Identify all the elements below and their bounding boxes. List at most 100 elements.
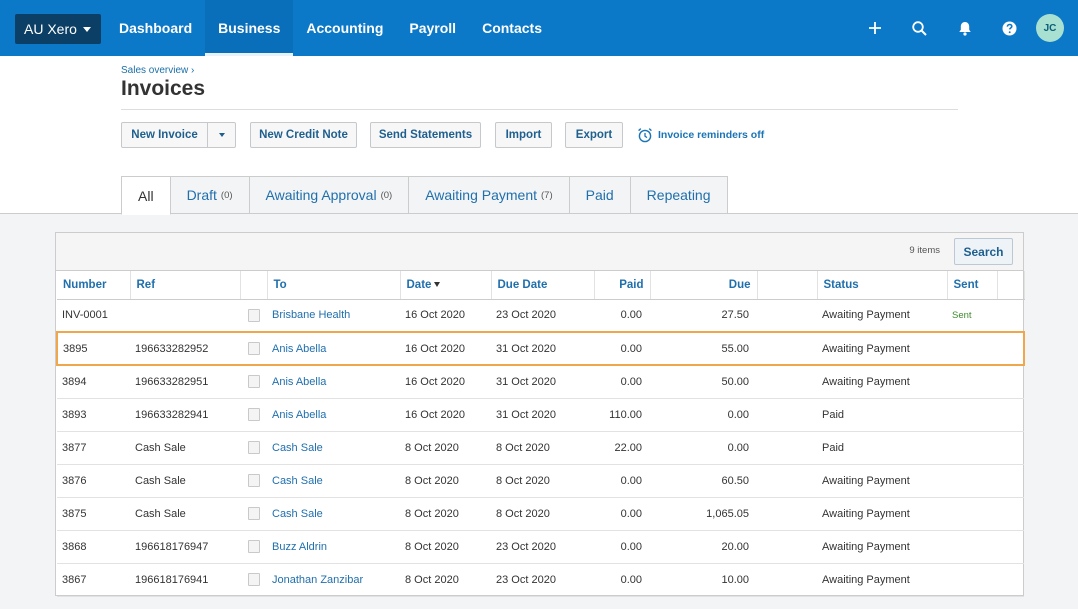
nav-tab-business[interactable]: Business <box>205 0 294 56</box>
bell-icon[interactable] <box>942 0 987 56</box>
table-row[interactable]: 3867 196618176941 Jonathan Zanzibar 8 Oct 2… <box>57 563 1024 597</box>
contact-link[interactable]: Brisbane Health <box>272 309 350 321</box>
breadcrumb[interactable]: Sales overview › <box>121 65 194 76</box>
contact-link[interactable]: Anis Abella <box>272 376 326 388</box>
row-checkbox[interactable] <box>247 474 260 487</box>
row-spacer <box>757 464 817 498</box>
invoice-status: Paid <box>817 398 947 432</box>
row-checkbox-cell <box>240 431 267 465</box>
nav-actions: JC <box>852 0 1064 56</box>
import-button[interactable]: Import <box>495 122 552 148</box>
invoice-ref: Cash Sale <box>130 464 240 498</box>
contact-link[interactable]: Anis Abella <box>272 343 326 355</box>
tab-awaiting-payment[interactable]: Awaiting Payment (7) <box>409 176 570 214</box>
invoice-ref: 196633282952 <box>130 331 240 366</box>
column-header-sent[interactable]: Sent <box>947 271 998 300</box>
tab-paid[interactable]: Paid <box>569 176 631 214</box>
invoice-number: 3868 <box>57 530 130 564</box>
tab-all[interactable]: All <box>121 176 171 215</box>
table-row[interactable]: 3894 196633282951 Anis Abella 16 Oct 2020 31… <box>57 365 1024 399</box>
nav-tab-dashboard[interactable]: Dashboard <box>106 0 205 56</box>
invoice-paid: 0.00 <box>594 530 650 564</box>
invoice-due: 1,065.05 <box>650 497 757 531</box>
row-spacer <box>757 398 817 432</box>
invoice-due-date: 31 Oct 2020 <box>491 365 594 399</box>
table-row[interactable]: 3893 196633282941 Anis Abella 16 Oct 2020 31… <box>57 398 1024 432</box>
invoice-ref: 196633282951 <box>130 365 240 399</box>
row-checkbox[interactable] <box>247 441 260 454</box>
contact-link[interactable]: Buzz Aldrin <box>272 541 327 553</box>
invoice-date: 8 Oct 2020 <box>400 563 491 597</box>
search-icon[interactable] <box>897 0 942 56</box>
column-header-spacer <box>757 271 818 300</box>
send-statements-button[interactable]: Send Statements <box>370 122 481 148</box>
nav-tab-payroll[interactable]: Payroll <box>396 0 469 56</box>
invoice-status: Awaiting Payment <box>817 365 947 399</box>
column-header-number[interactable]: Number <box>57 271 131 300</box>
column-header-ref[interactable]: Ref <box>130 271 241 300</box>
contact-link[interactable]: Cash Sale <box>272 508 323 520</box>
invoice-to-cell: Anis Abella <box>267 398 400 432</box>
avatar[interactable]: JC <box>1036 14 1064 42</box>
tab-repeating[interactable]: Repeating <box>630 176 728 214</box>
table-header-row: Number Ref To Date Due Date Paid Due Sta… <box>57 271 1025 300</box>
organisation-switcher[interactable]: AU Xero <box>15 14 101 44</box>
invoice-number: 3875 <box>57 497 130 531</box>
nav-tab-accounting[interactable]: Accounting <box>293 0 396 56</box>
new-invoice-split-button: New Invoice <box>121 122 236 148</box>
table-row[interactable]: 3868 196618176947 Buzz Aldrin 8 Oct 2020 23 … <box>57 530 1024 564</box>
invoice-due-date: 23 Oct 2020 <box>491 299 594 333</box>
contact-link[interactable]: Cash Sale <box>272 442 323 454</box>
page-title: Invoices <box>121 77 206 100</box>
invoice-to-cell: Cash Sale <box>267 431 400 465</box>
invoice-ref: Cash Sale <box>130 431 240 465</box>
help-icon[interactable] <box>987 0 1032 56</box>
column-header-status[interactable]: Status <box>817 271 948 300</box>
column-header-paid[interactable]: Paid <box>594 271 651 300</box>
table-row[interactable]: 3877 Cash Sale Cash Sale 8 Oct 2020 8 Oct 20… <box>57 431 1024 465</box>
invoice-sent <box>947 497 997 531</box>
row-checkbox[interactable] <box>247 342 260 355</box>
tab-awaiting-approval[interactable]: Awaiting Approval (0) <box>249 176 410 214</box>
table-row[interactable]: 3876 Cash Sale Cash Sale 8 Oct 2020 8 Oct 20… <box>57 464 1024 498</box>
invoice-ref: 196618176941 <box>130 563 240 597</box>
new-invoice-button[interactable]: New Invoice <box>122 123 208 147</box>
contact-link[interactable]: Cash Sale <box>272 475 323 487</box>
column-header-due-date[interactable]: Due Date <box>491 271 595 300</box>
invoice-paid: 22.00 <box>594 431 650 465</box>
row-checkbox[interactable] <box>247 507 260 520</box>
table-row[interactable]: INV-0001 Brisbane Health 16 Oct 2020 23 Oct… <box>57 299 1024 333</box>
invoice-paid: 110.00 <box>594 398 650 432</box>
plus-icon[interactable] <box>852 0 897 56</box>
row-checkbox[interactable] <box>247 375 260 389</box>
row-checkbox[interactable] <box>247 408 260 421</box>
chevron-down-icon <box>218 133 225 137</box>
invoice-status: Paid <box>817 431 947 465</box>
invoice-ref <box>130 299 240 333</box>
row-checkbox[interactable] <box>247 308 260 322</box>
search-button[interactable]: Search <box>954 238 1013 265</box>
column-header-due[interactable]: Due <box>650 271 758 300</box>
table-row[interactable]: 3875 Cash Sale Cash Sale 8 Oct 2020 8 Oct 20… <box>57 497 1024 531</box>
export-button[interactable]: Export <box>565 122 623 148</box>
invoice-date: 8 Oct 2020 <box>400 530 491 564</box>
main-nav-tabs: Dashboard Business Accounting Payroll Co… <box>106 0 555 56</box>
nav-tab-contacts[interactable]: Contacts <box>469 0 555 56</box>
new-invoice-dropdown[interactable] <box>208 123 235 147</box>
invoice-reminders-link[interactable]: Invoice reminders off <box>637 124 764 146</box>
table-row[interactable]: 3895 196633282952 Anis Abella 16 Oct 2020 31… <box>56 331 1025 366</box>
invoice-ref: Cash Sale <box>130 497 240 531</box>
new-credit-note-button[interactable]: New Credit Note <box>250 122 357 148</box>
row-checkbox[interactable] <box>247 540 260 553</box>
contact-link[interactable]: Jonathan Zanzibar <box>272 574 363 586</box>
invoice-date: 8 Oct 2020 <box>400 497 491 531</box>
invoice-due: 0.00 <box>650 431 757 465</box>
row-spacer <box>757 331 817 366</box>
column-header-to[interactable]: To <box>267 271 401 300</box>
row-checkbox[interactable] <box>247 573 260 586</box>
row-spacer <box>757 299 817 333</box>
contact-link[interactable]: Anis Abella <box>272 409 326 421</box>
invoice-status: Awaiting Payment <box>817 563 947 597</box>
column-header-date[interactable]: Date <box>400 271 492 300</box>
tab-draft[interactable]: Draft (0) <box>170 176 250 214</box>
